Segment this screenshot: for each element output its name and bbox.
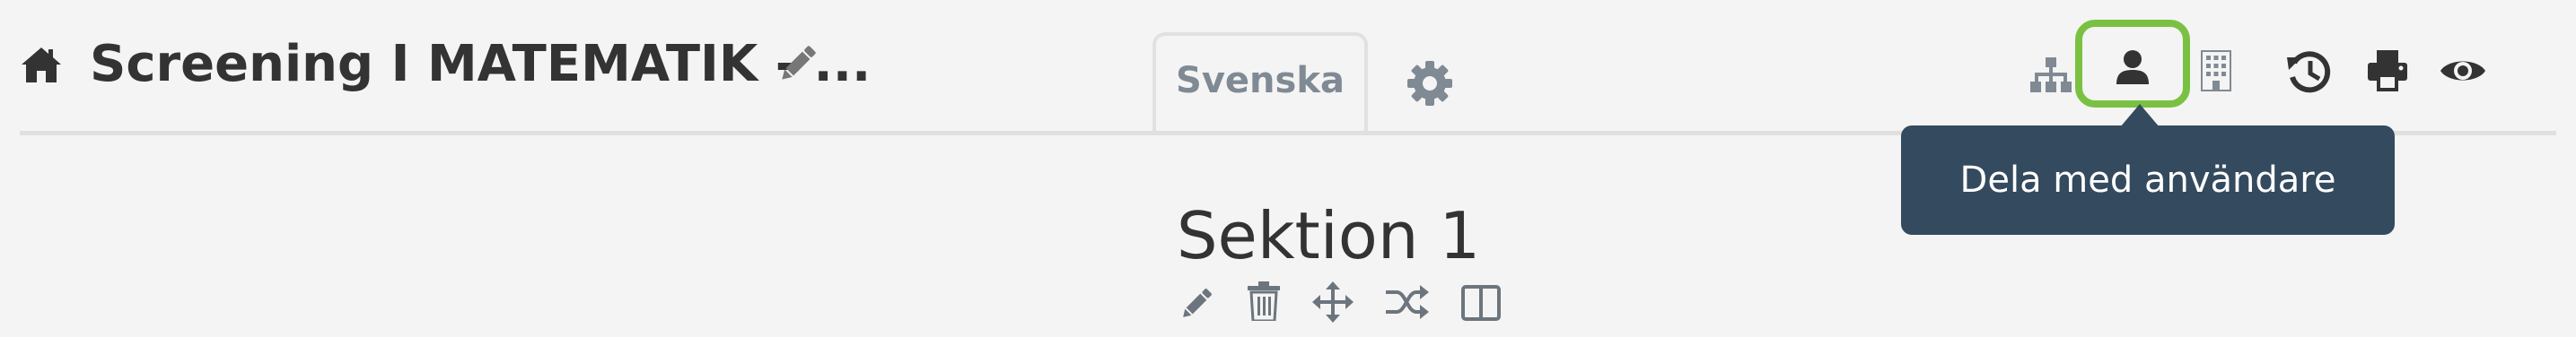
tab-language-label: Svenska [1176,60,1345,101]
section-title: Sektion 1 [1176,198,1481,273]
tooltip-text: Dela med användare [1959,160,2336,201]
shuffle-icon[interactable] [1386,285,1429,319]
tooltip: Dela med användare [1901,125,2395,235]
pencil-icon[interactable] [1178,285,1215,323]
user-icon [2116,50,2149,84]
gear-icon[interactable] [1406,59,1454,108]
building-icon[interactable] [2201,50,2231,91]
pencil-icon[interactable] [775,41,820,86]
print-icon[interactable] [2368,50,2407,91]
page-title: Screening I MATEMATIK - ... [90,35,872,93]
trash-icon[interactable] [1248,281,1280,321]
hierarchy-icon[interactable] [2030,57,2072,93]
share-with-users-button[interactable] [2075,20,2190,108]
home-icon[interactable] [20,45,63,84]
move-icon[interactable] [1312,281,1354,323]
columns-icon[interactable] [1461,285,1501,321]
eye-icon[interactable] [2440,56,2486,86]
tooltip-arrow [2120,104,2160,127]
history-icon[interactable] [2285,48,2332,95]
tab-language[interactable]: Svenska [1152,32,1368,134]
